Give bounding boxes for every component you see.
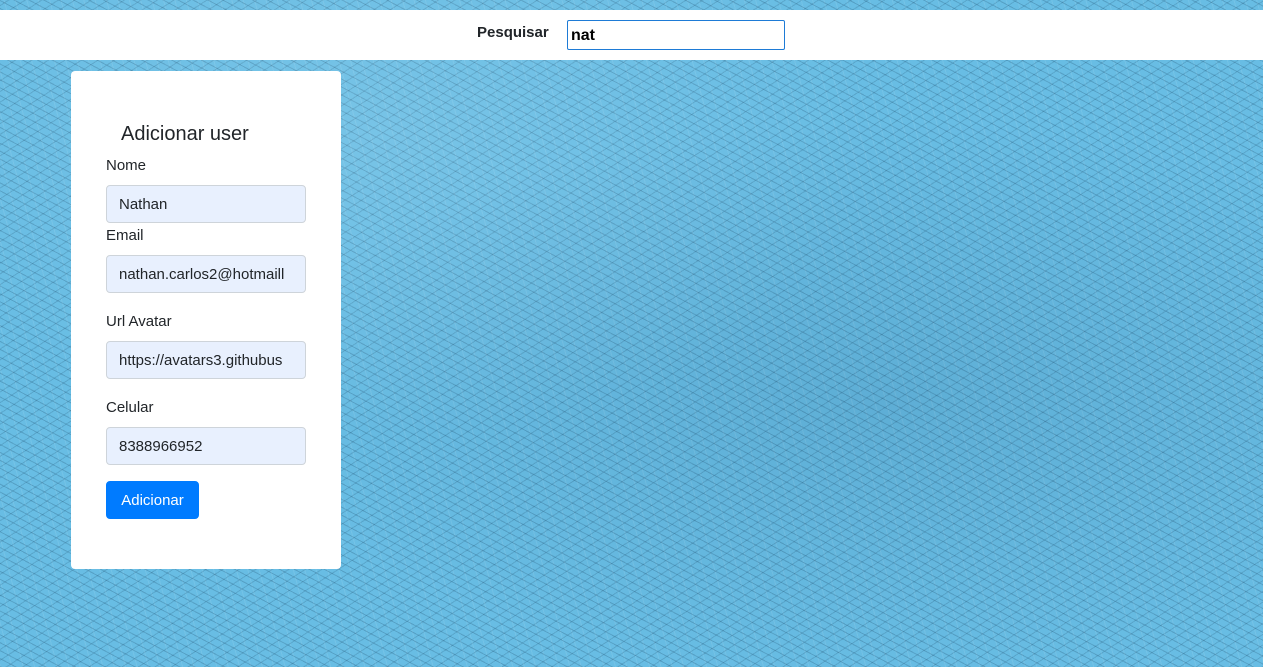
- email-field[interactable]: [106, 255, 306, 293]
- avatar-url-label: Url Avatar: [106, 313, 172, 330]
- search-bar: Pesquisar: [0, 10, 1263, 60]
- name-label: Nome: [106, 157, 147, 174]
- search-label: Pesquisar: [477, 24, 549, 41]
- form-title: Adicionar user: [121, 123, 249, 145]
- email-label: Email: [106, 227, 144, 244]
- avatar-url-field[interactable]: [106, 341, 306, 379]
- search-input[interactable]: [567, 20, 785, 50]
- add-user-form: Adicionar user Nome Email Url Avatar Cel…: [71, 71, 341, 569]
- add-button[interactable]: Adicionar: [106, 481, 199, 519]
- name-field[interactable]: [106, 185, 306, 223]
- phone-label: Celular: [106, 399, 154, 416]
- phone-field[interactable]: [106, 427, 306, 465]
